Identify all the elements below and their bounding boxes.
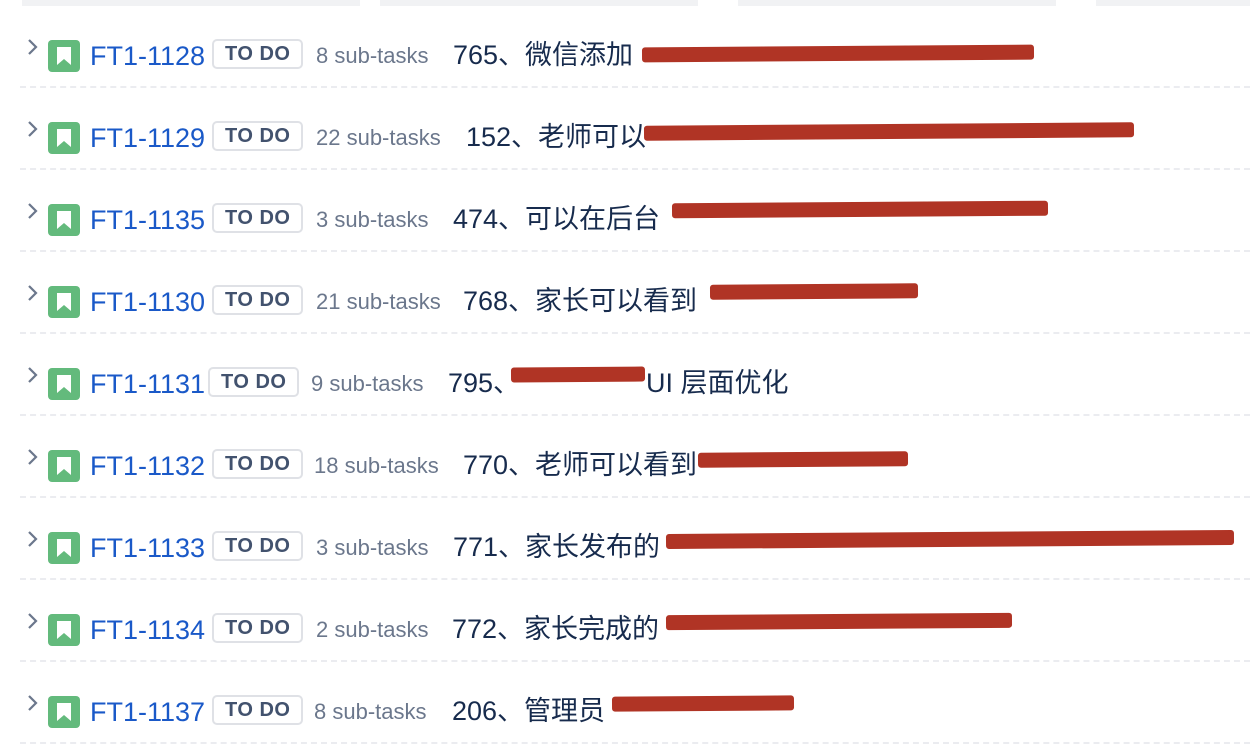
backlog-board: FT1-1128 TO DO 8 sub-tasks 765、微信添加 FT1-…: [0, 0, 1250, 750]
story-bookmark-icon: [48, 368, 80, 400]
issue-summary[interactable]: 768、家长可以看到: [463, 285, 697, 317]
subtask-count: 3 sub-tasks: [316, 535, 429, 560]
story-bookmark-icon: [48, 40, 80, 72]
row-divider: [20, 496, 1250, 498]
subtask-count: 8 sub-tasks: [314, 699, 427, 724]
issue-row[interactable]: FT1-1135 TO DO 3 sub-tasks 474、可以在后台: [20, 172, 1250, 252]
row-divider: [20, 578, 1250, 580]
row-divider: [20, 168, 1250, 170]
status-badge[interactable]: TO DO: [212, 449, 304, 479]
subtask-count: 18 sub-tasks: [314, 453, 439, 478]
chevron-right-icon[interactable]: [26, 118, 46, 140]
issue-row[interactable]: FT1-1131 TO DO 9 sub-tasks 795、 UI 层面优化: [20, 336, 1250, 416]
subtask-count: 2 sub-tasks: [316, 617, 429, 642]
issue-row[interactable]: FT1-1129 TO DO 22 sub-tasks 152、老师可以: [20, 90, 1250, 170]
status-badge[interactable]: TO DO: [212, 39, 304, 69]
column-header-strip: [1096, 0, 1250, 6]
subtask-count: 22 sub-tasks: [316, 125, 441, 150]
issue-row[interactable]: FT1-1130 TO DO 21 sub-tasks 768、家长可以看到: [20, 254, 1250, 334]
row-divider: [20, 742, 1250, 744]
issue-key-link[interactable]: FT1-1135: [90, 204, 205, 236]
issue-summary[interactable]: 770、老师可以看到: [463, 449, 697, 481]
issue-key-link[interactable]: FT1-1134: [90, 614, 205, 646]
issue-row[interactable]: FT1-1137 TO DO 8 sub-tasks 206、管理员: [20, 664, 1250, 744]
issue-key-link[interactable]: FT1-1132: [90, 450, 205, 482]
issue-row[interactable]: FT1-1134 TO DO 2 sub-tasks 772、家长完成的: [20, 582, 1250, 662]
redaction-mark: [641, 44, 1035, 63]
issue-summary[interactable]: 795、: [448, 367, 520, 399]
story-bookmark-icon: [48, 286, 80, 318]
issue-summary[interactable]: 474、可以在后台: [453, 203, 660, 235]
story-bookmark-icon: [48, 204, 80, 236]
issue-row[interactable]: FT1-1132 TO DO 18 sub-tasks 770、老师可以看到: [20, 418, 1250, 498]
row-divider: [20, 414, 1250, 416]
redaction-mark: [709, 283, 919, 300]
chevron-right-icon[interactable]: [26, 364, 46, 386]
chevron-right-icon[interactable]: [26, 446, 46, 468]
story-bookmark-icon: [48, 122, 80, 154]
row-divider: [20, 660, 1250, 662]
issue-key-link[interactable]: FT1-1129: [90, 122, 205, 154]
status-badge[interactable]: TO DO: [212, 695, 304, 725]
row-divider: [20, 332, 1250, 334]
story-bookmark-icon: [48, 450, 80, 482]
subtask-count: 21 sub-tasks: [316, 289, 441, 314]
status-badge[interactable]: TO DO: [208, 367, 300, 397]
chevron-right-icon[interactable]: [26, 528, 46, 550]
column-header-strip: [22, 0, 360, 6]
redaction-mark: [510, 366, 646, 383]
column-header-strip: [380, 0, 698, 6]
chevron-right-icon[interactable]: [26, 200, 46, 222]
issue-row[interactable]: FT1-1133 TO DO 3 sub-tasks 771、家长发布的: [20, 500, 1250, 580]
column-header-strip: [738, 0, 1056, 6]
issue-summary[interactable]: 206、管理员: [452, 695, 605, 727]
chevron-right-icon[interactable]: [26, 692, 46, 714]
issue-summary[interactable]: 765、微信添加: [453, 39, 633, 71]
issue-summary[interactable]: 772、家长完成的: [452, 613, 659, 645]
subtask-count: 8 sub-tasks: [316, 43, 429, 68]
status-badge[interactable]: TO DO: [212, 121, 304, 151]
issue-key-link[interactable]: FT1-1133: [90, 532, 205, 564]
row-divider: [20, 86, 1250, 88]
redaction-mark: [665, 612, 1013, 631]
subtask-count: 3 sub-tasks: [316, 207, 429, 232]
issue-summary[interactable]: 152、老师可以: [466, 121, 646, 153]
status-badge[interactable]: TO DO: [212, 613, 304, 643]
redaction-mark: [665, 530, 1235, 549]
status-badge[interactable]: TO DO: [212, 531, 304, 561]
chevron-right-icon[interactable]: [26, 282, 46, 304]
status-badge[interactable]: TO DO: [212, 203, 304, 233]
redaction-mark: [643, 122, 1135, 141]
issue-key-link[interactable]: FT1-1130: [90, 286, 205, 318]
row-divider: [20, 250, 1250, 252]
redaction-mark: [671, 200, 1049, 219]
issue-summary[interactable]: 771、家长发布的: [453, 531, 660, 563]
subtask-count: 9 sub-tasks: [311, 371, 424, 396]
issue-row[interactable]: FT1-1128 TO DO 8 sub-tasks 765、微信添加: [20, 8, 1250, 88]
issue-summary-tail[interactable]: UI 层面优化: [646, 367, 789, 399]
story-bookmark-icon: [48, 614, 80, 646]
story-bookmark-icon: [48, 696, 80, 728]
issue-key-link[interactable]: FT1-1137: [90, 696, 205, 728]
story-bookmark-icon: [48, 532, 80, 564]
chevron-right-icon[interactable]: [26, 610, 46, 632]
redaction-mark: [697, 451, 909, 468]
status-badge[interactable]: TO DO: [212, 285, 304, 315]
issue-key-link[interactable]: FT1-1128: [90, 40, 205, 72]
chevron-right-icon[interactable]: [26, 36, 46, 58]
redaction-mark: [611, 695, 795, 712]
issue-key-link[interactable]: FT1-1131: [90, 368, 205, 400]
